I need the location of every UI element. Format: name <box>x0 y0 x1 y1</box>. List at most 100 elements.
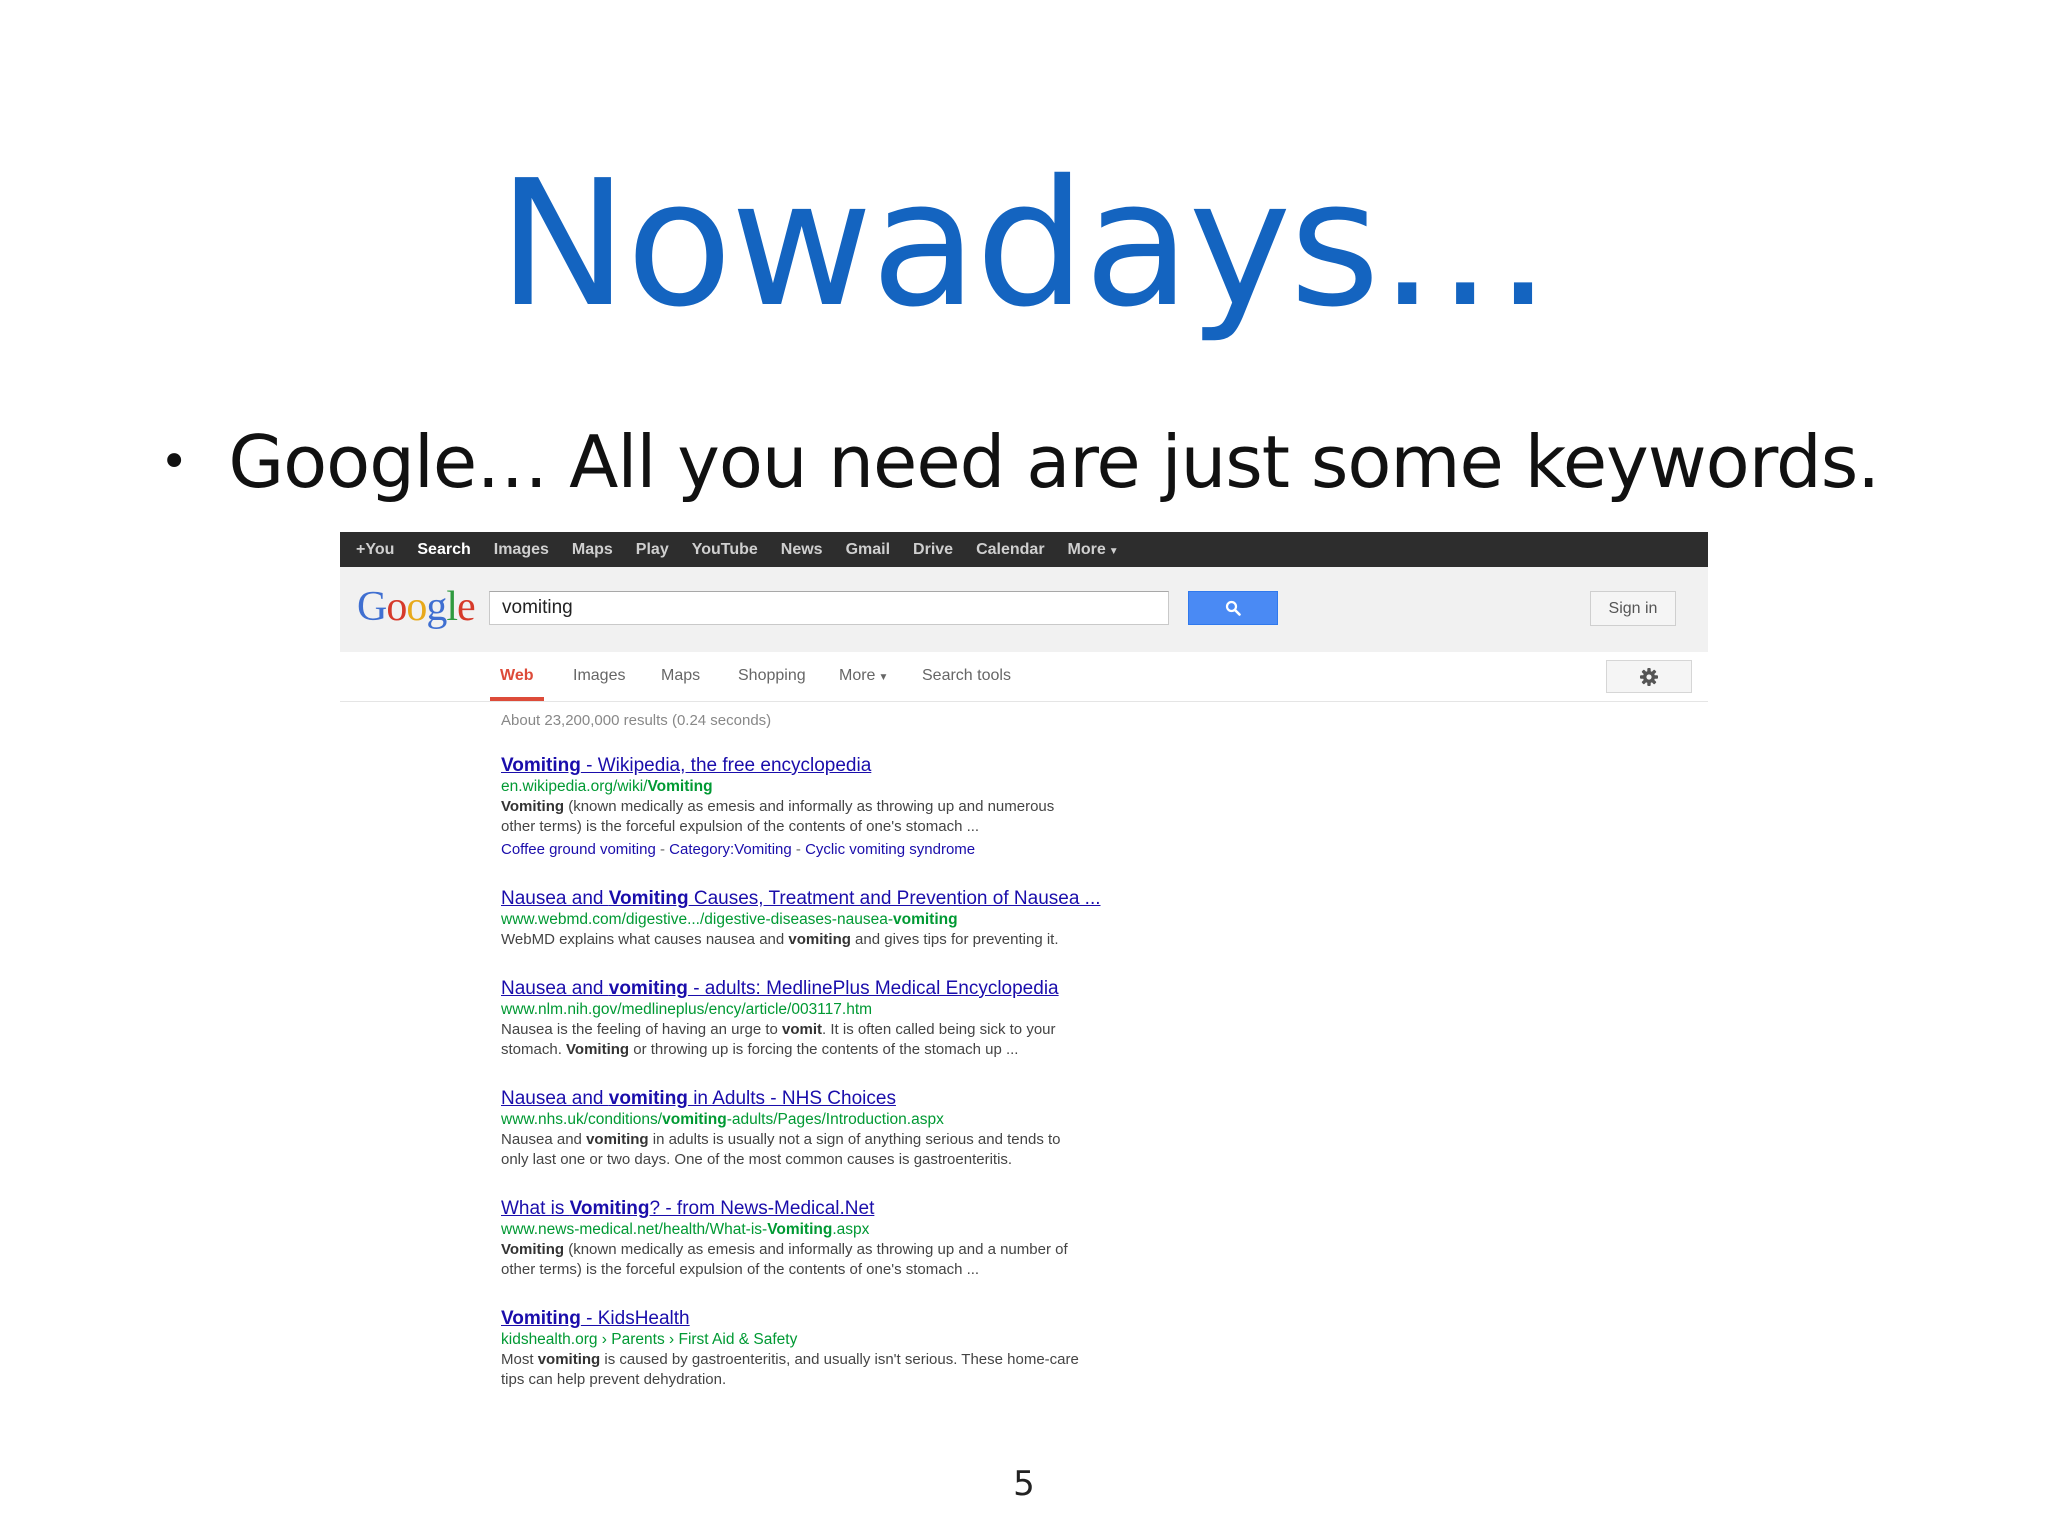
google-logo[interactable]: Google <box>357 583 476 631</box>
search-tabs: Web Images Maps Shopping More ▼ Search to… <box>340 652 1708 702</box>
text-segment: Nausea and <box>501 888 609 909</box>
snippet-line: Vomiting (known medically as emesis and … <box>501 797 1201 817</box>
tab-web[interactable]: Web <box>500 667 533 685</box>
text-segment: other terms) is the forceful expulsion o… <box>501 1261 980 1278</box>
text-segment: (known medically as emesis and informall… <box>564 1241 1068 1258</box>
result-title[interactable]: Vomiting - Wikipedia, the free encyclope… <box>501 754 1201 777</box>
search-result: Vomiting - KidsHealth kidshealth.org › P… <box>501 1307 1201 1390</box>
tab-more[interactable]: More ▼ <box>839 667 888 685</box>
topbar-play[interactable]: Play <box>636 541 669 559</box>
keyword-highlight: vomiting <box>608 978 688 999</box>
topbar-you[interactable]: +You <box>356 541 394 559</box>
active-tab-indicator <box>490 697 544 701</box>
text-segment: Nausea and <box>501 1088 609 1109</box>
sitelink-separator: - <box>655 841 670 858</box>
topbar-maps[interactable]: Maps <box>572 541 613 559</box>
sitelink[interactable]: Coffee ground vomiting <box>501 841 656 858</box>
gear-icon <box>1640 667 1658 686</box>
sitelink[interactable]: Cyclic vomiting syndrome <box>805 841 975 858</box>
snippet-line: Nausea and vomiting in adults is usually… <box>501 1130 1201 1150</box>
text-segment: . It is often called being sick to your <box>822 1021 1056 1038</box>
result-title[interactable]: Nausea and Vomiting Causes, Treatment an… <box>501 887 1201 910</box>
keyword-highlight: vomiting <box>662 1111 727 1128</box>
tab-search-tools[interactable]: Search tools <box>922 667 1011 685</box>
text-segment: Nausea is the feeling of having an urge … <box>501 1021 783 1038</box>
result-url: www.webmd.com/digestive.../digestive-dis… <box>501 910 1201 930</box>
search-result: Vomiting - Wikipedia, the free encyclope… <box>501 754 1201 861</box>
snippet-line: Most vomiting is caused by gastroenterit… <box>501 1350 1201 1370</box>
keyword-highlight: vomiting <box>586 1131 649 1148</box>
keyword-highlight: Vomiting <box>501 1308 581 1329</box>
sign-in-button[interactable]: Sign in <box>1590 591 1676 626</box>
topbar-drive[interactable]: Drive <box>913 541 953 559</box>
text-segment: - adults: MedlinePlus Medical Encycloped… <box>687 978 1059 999</box>
keyword-highlight: Vomiting <box>569 1198 650 1219</box>
settings-button[interactable] <box>1606 660 1692 693</box>
result-url: www.nlm.nih.gov/medlineplus/ency/article… <box>501 1000 1201 1020</box>
keyword-highlight: Vomiting <box>608 888 689 909</box>
result-url: kidshealth.org › Parents › First Aid & S… <box>501 1330 1201 1350</box>
sitelink-separator: - <box>791 841 806 858</box>
text-segment: (known medically as emesis and informall… <box>564 798 1055 815</box>
result-snippet: Nausea is the feeling of having an urge … <box>501 1020 1201 1060</box>
text-segment: www.nlm.nih.gov/medlineplus/ency/article… <box>501 1001 873 1018</box>
topbar-youtube[interactable]: YouTube <box>692 541 758 559</box>
text-segment: in adults is usually not a sign of anyth… <box>648 1131 1061 1148</box>
text-segment: other terms) is the forceful expulsion o… <box>501 818 980 835</box>
keyword-highlight: vomiting <box>788 931 851 948</box>
topbar-calendar[interactable]: Calendar <box>976 541 1044 559</box>
text-segment: ? - from News-Medical.Net <box>649 1198 875 1219</box>
caret-down-icon: ▼ <box>1108 545 1119 557</box>
topbar-images[interactable]: Images <box>494 541 549 559</box>
text-segment: - KidsHealth <box>580 1308 690 1329</box>
snippet-line: Vomiting (known medically as emesis and … <box>501 1240 1201 1260</box>
sitelink[interactable]: Category:Vomiting <box>669 841 792 858</box>
search-result: Nausea and vomiting - adults: MedlinePlu… <box>501 977 1201 1060</box>
tab-shopping[interactable]: Shopping <box>738 667 806 685</box>
topbar-news[interactable]: News <box>781 541 823 559</box>
snippet-line: other terms) is the forceful expulsion o… <box>501 1260 1201 1280</box>
topbar-gmail[interactable]: Gmail <box>846 541 890 559</box>
result-snippet: Vomiting (known medically as emesis and … <box>501 1240 1201 1280</box>
text-segment: Causes, Treatment and Prevention of Naus… <box>688 888 1101 909</box>
bullet-text: Google… All you need are just some keywo… <box>228 420 1880 504</box>
bullet-dot: • <box>160 434 189 490</box>
keyword-highlight: Vomiting <box>501 1241 565 1258</box>
text-segment: www.news-medical.net/health/What-is- <box>501 1221 768 1238</box>
caret-down-icon: ▼ <box>878 672 889 683</box>
text-segment: www.nhs.uk/conditions/ <box>501 1111 663 1128</box>
google-topbar: +You Search Images Maps Play YouTube New… <box>340 532 1708 567</box>
text-segment: in Adults - NHS Choices <box>687 1088 896 1109</box>
topbar-more[interactable]: More ▼ <box>1068 541 1119 559</box>
search-result: What is Vomiting? - from News-Medical.Ne… <box>501 1197 1201 1280</box>
text-segment: .aspx <box>832 1221 870 1238</box>
snippet-line: other terms) is the forceful expulsion o… <box>501 817 1201 837</box>
snippet-line: stomach. Vomiting or throwing up is forc… <box>501 1040 1201 1060</box>
result-snippet: WebMD explains what causes nausea and vo… <box>501 930 1201 950</box>
search-input[interactable] <box>489 591 1169 625</box>
tab-maps[interactable]: Maps <box>661 667 700 685</box>
google-screenshot: +You Search Images Maps Play YouTube New… <box>340 532 1708 1412</box>
text-segment: only last one or two days. One of the mo… <box>501 1151 1013 1168</box>
text-segment: stomach. <box>501 1041 567 1058</box>
result-title[interactable]: Nausea and vomiting - adults: MedlinePlu… <box>501 977 1201 1000</box>
search-result: Nausea and vomiting in Adults - NHS Choi… <box>501 1087 1201 1170</box>
result-title[interactable]: Nausea and vomiting in Adults - NHS Choi… <box>501 1087 1201 1110</box>
text-segment: Nausea and <box>501 978 609 999</box>
magnifier-icon <box>1225 600 1241 616</box>
keyword-highlight: vomiting <box>537 1351 601 1368</box>
keyword-highlight: vomit <box>782 1021 823 1038</box>
text-segment: WebMD explains what causes nausea and <box>501 931 789 948</box>
result-title[interactable]: Vomiting - KidsHealth <box>501 1307 1201 1330</box>
result-url: en.wikipedia.org/wiki/Vomiting <box>501 777 1201 797</box>
result-snippet: Vomiting (known medically as emesis and … <box>501 797 1201 837</box>
topbar-search[interactable]: Search <box>417 541 470 559</box>
keyword-highlight: vomiting <box>608 1088 688 1109</box>
page-number: 5 <box>1013 1464 1035 1504</box>
result-url: www.news-medical.net/health/What-is-Vomi… <box>501 1220 1201 1240</box>
tab-images[interactable]: Images <box>573 667 625 685</box>
result-title[interactable]: What is Vomiting? - from News-Medical.Ne… <box>501 1197 1201 1220</box>
slide-title: Nowadays… <box>497 143 1552 346</box>
search-button[interactable] <box>1188 591 1278 625</box>
result-snippet: Nausea and vomiting in adults is usually… <box>501 1130 1201 1170</box>
